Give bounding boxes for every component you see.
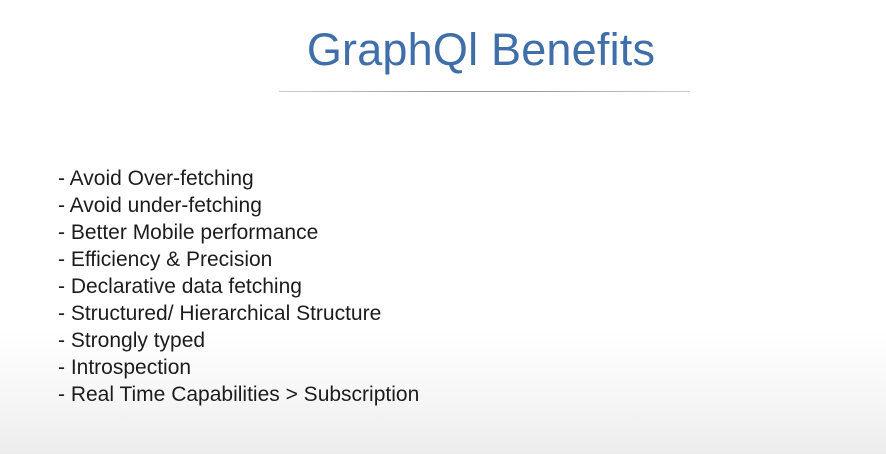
bullet-item: - Structured/ Hierarchical Structure <box>58 302 382 325</box>
bullet-list: - Avoid Over-fetching - Avoid under-fetc… <box>58 165 419 408</box>
slide: GraphQl Benefits - Avoid Over-fetching -… <box>0 0 886 454</box>
bullet-item: - Strongly typed <box>58 329 206 352</box>
bullet-item: - Real Time Capabilities > Subscription <box>58 383 420 406</box>
bullet-item: - Better Mobile performance <box>58 221 319 244</box>
bullet-item: - Efficiency & Precision <box>58 248 273 271</box>
bullet-item: - Avoid Over-fetching <box>58 167 254 190</box>
title-divider <box>279 91 690 92</box>
bullet-item: - Avoid under-fetching <box>58 194 262 217</box>
bullet-item: - Declarative data fetching <box>58 275 302 298</box>
bullet-item: - Introspection <box>58 356 192 379</box>
slide-title: GraphQl Benefits <box>306 24 656 75</box>
